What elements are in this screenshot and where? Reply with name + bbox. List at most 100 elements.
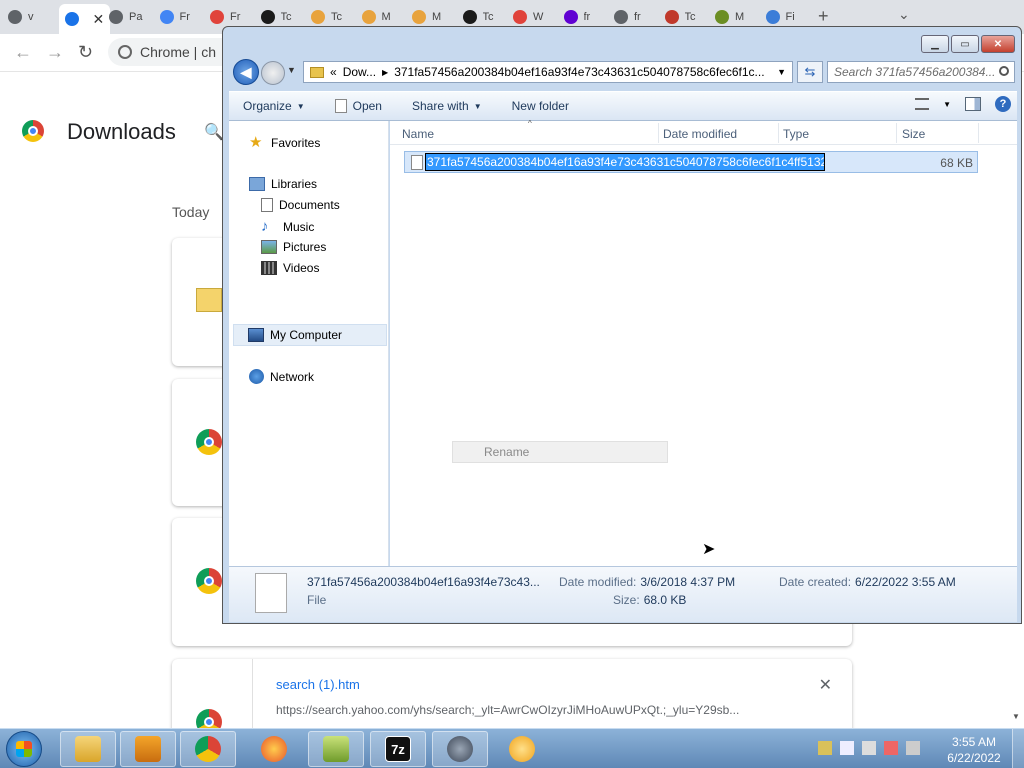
share-with-button[interactable]: Share with ▼: [412, 99, 482, 113]
column-divider[interactable]: [778, 123, 779, 143]
back-button[interactable]: ◀: [233, 59, 259, 85]
organize-label: Organize: [243, 99, 292, 113]
breadcrumb-chevron-icon[interactable]: ▶: [382, 68, 388, 77]
tab-label: M: [432, 11, 442, 23]
file-row-selected[interactable]: 371fa57456a200384b04ef16a93f4e73c43631c5…: [404, 151, 978, 173]
taskbar-firefox[interactable]: [246, 731, 302, 767]
remove-download-close-icon[interactable]: ✕: [819, 675, 832, 695]
taskbar-vpn-app[interactable]: [494, 731, 550, 767]
start-button[interactable]: [6, 731, 42, 767]
clock[interactable]: 3:55 AM 6/22/2022: [944, 734, 1004, 766]
taskbar-chrome[interactable]: [180, 731, 236, 767]
nav-favorites[interactable]: ★ Favorites: [249, 135, 320, 150]
column-name[interactable]: Name: [402, 127, 434, 141]
tab-item[interactable]: Tc: [664, 6, 699, 28]
taskbar-notepad-plus-plus[interactable]: [308, 731, 364, 767]
new-folder-button[interactable]: New folder: [512, 99, 569, 113]
tab-close-icon[interactable]: ✕: [93, 11, 105, 28]
refresh-button[interactable]: ⇆: [797, 61, 823, 83]
download-filename-link[interactable]: search (1).htm: [276, 677, 360, 692]
column-size[interactable]: Size: [902, 127, 925, 141]
open-button[interactable]: Open: [334, 99, 382, 113]
file-icon: [411, 155, 423, 170]
nav-music[interactable]: ♪ Music: [261, 219, 314, 234]
address-dropdown-icon[interactable]: ▼: [777, 67, 786, 77]
taskbar-security-app[interactable]: [432, 731, 488, 767]
tab-item[interactable]: Fi: [765, 6, 800, 28]
site-info-icon[interactable]: [118, 45, 132, 59]
column-divider[interactable]: [978, 123, 979, 143]
tab-item[interactable]: Tc: [260, 6, 295, 28]
tab-item[interactable]: Fr: [210, 6, 244, 28]
tab-label: Tc: [331, 11, 342, 23]
nav-libraries[interactable]: Libraries: [249, 177, 317, 191]
download-url[interactable]: https://search.yahoo.com/yhs/search;_ylt…: [276, 703, 739, 717]
tray-action-center-icon[interactable]: [884, 741, 898, 755]
column-divider[interactable]: [658, 123, 659, 143]
back-arrow-icon[interactable]: ←: [14, 42, 32, 63]
tab-item[interactable]: Pa: [109, 6, 143, 28]
nav-pictures[interactable]: Pictures: [261, 240, 326, 254]
maximize-button[interactable]: ▭: [951, 35, 979, 53]
open-label: Open: [352, 99, 382, 113]
address-overflow[interactable]: «: [330, 65, 337, 79]
taskbar-7zip[interactable]: 7z: [370, 731, 426, 767]
yahoo-icon: [563, 10, 578, 24]
help-icon[interactable]: ?: [995, 96, 1011, 112]
tray-network-icon[interactable]: [862, 741, 876, 755]
address-bar[interactable]: « Dow... ▶ 371fa57456a200384b04ef16a93f4…: [303, 61, 793, 83]
recent-pages-chevron-icon[interactable]: ▼: [287, 65, 296, 75]
tab-item[interactable]: M: [361, 6, 396, 28]
new-tab-button[interactable]: +: [818, 6, 829, 27]
close-button[interactable]: ✕: [981, 35, 1015, 53]
tray-volume-icon[interactable]: [906, 741, 920, 755]
search-icon[interactable]: 🔍: [204, 122, 224, 142]
tray-app-icon[interactable]: [818, 741, 832, 755]
nav-my-computer[interactable]: My Computer: [233, 324, 387, 346]
tray-sync-icon[interactable]: [840, 741, 854, 755]
window-controls: ▁ ▭ ✕: [921, 35, 1015, 53]
tab-downloads[interactable]: ✕: [58, 4, 111, 34]
column-divider[interactable]: [896, 123, 897, 143]
show-desktop-button[interactable]: [1012, 729, 1024, 768]
nav-label: Libraries: [271, 177, 318, 191]
preview-pane-icon[interactable]: [965, 97, 981, 111]
change-view-icon[interactable]: [915, 98, 930, 110]
taskbar-media-player[interactable]: [120, 731, 176, 767]
nav-documents[interactable]: Documents: [261, 198, 340, 212]
forward-arrow-icon[interactable]: →: [46, 42, 64, 63]
tab-item[interactable]: W: [513, 6, 547, 28]
taskbar-explorer[interactable]: [60, 731, 116, 767]
search-box[interactable]: Search 371fa57456a200384...: [827, 61, 1015, 83]
rainbow-icon: [311, 10, 325, 24]
rename-menu-item[interactable]: Rename: [452, 441, 668, 463]
view-options-chevron-icon[interactable]: ▼: [943, 100, 951, 109]
computer-icon: [248, 328, 264, 342]
tab-item[interactable]: fr: [614, 6, 648, 28]
reload-icon[interactable]: ↻: [78, 42, 93, 63]
breadcrumb-downloads[interactable]: Dow...: [343, 65, 376, 79]
scroll-down-arrow-icon[interactable]: ▼: [1012, 712, 1020, 721]
tab-item[interactable]: Tc: [311, 6, 345, 28]
tab-search-chevron-icon[interactable]: ⌄: [898, 6, 910, 23]
minimize-button[interactable]: ▁: [921, 35, 949, 53]
chevron-down-icon: ▼: [473, 101, 482, 111]
tab-item[interactable]: Tc: [462, 6, 497, 28]
rename-input[interactable]: 371fa57456a200384b04ef16a93f4e73c43631c5…: [425, 153, 825, 171]
nav-videos[interactable]: Videos: [261, 261, 319, 275]
tab-item[interactable]: v: [8, 6, 42, 28]
download-card[interactable]: search (1).htm https://search.yahoo.com/…: [172, 659, 852, 739]
search-icon[interactable]: [999, 66, 1009, 76]
folder-icon: [75, 736, 101, 762]
tab-item[interactable]: M: [715, 6, 749, 28]
tab-item[interactable]: fr: [563, 6, 598, 28]
breadcrumb-current[interactable]: 371fa57456a200384b04ef16a93f4e73c43631c5…: [394, 65, 764, 79]
nav-network[interactable]: Network: [249, 369, 314, 384]
tab-item[interactable]: Fr: [159, 6, 194, 28]
tab-item[interactable]: M: [412, 6, 446, 28]
details-filename: 371fa57456a200384b04ef16a93f4e73c43...: [307, 575, 540, 589]
column-date-modified[interactable]: Date modified: [663, 127, 737, 141]
organize-button[interactable]: Organize ▼: [243, 99, 305, 113]
column-type[interactable]: Type: [783, 127, 809, 141]
forward-button[interactable]: [261, 61, 285, 85]
